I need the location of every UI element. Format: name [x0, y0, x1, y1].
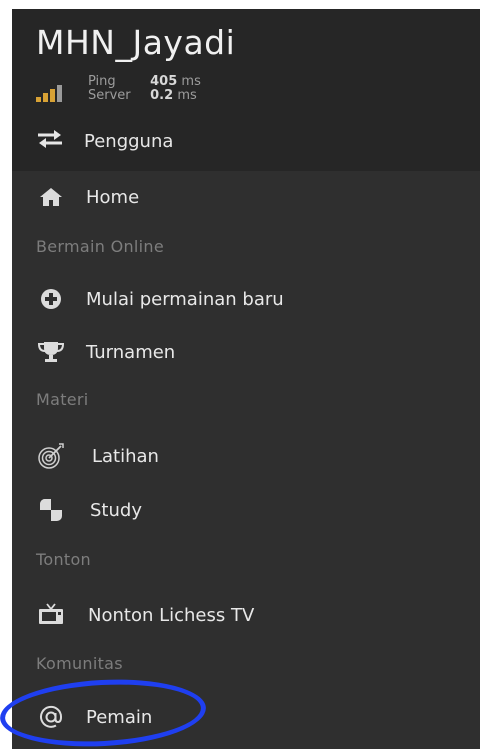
username[interactable]: MHN_Jayadi — [36, 23, 235, 62]
tv-icon — [36, 600, 66, 630]
server-label: Server — [88, 88, 131, 103]
menu-item-tv[interactable]: Nonton Lichess TV — [36, 598, 254, 632]
plus-circle-icon — [36, 284, 66, 314]
target-icon — [36, 441, 66, 471]
home-icon — [36, 182, 66, 212]
server-unit: ms — [177, 88, 197, 103]
switch-user-label: Pengguna — [84, 130, 174, 152]
menu-item-label: Latihan — [92, 445, 159, 467]
menu-item-label: Study — [90, 499, 142, 521]
menu-item-study[interactable]: Study — [36, 493, 142, 527]
section-community: Komunitas — [36, 654, 123, 673]
section-learn: Materi — [36, 390, 89, 409]
side-menu-panel: MHN_Jayadi Ping 405 ms Server 0.2 ms Pen… — [12, 9, 480, 749]
server-value: 0.2 — [150, 88, 174, 103]
section-play-online: Bermain Online — [36, 237, 164, 256]
menu-item-label: Nonton Lichess TV — [88, 604, 255, 626]
menu-item-label: Mulai permainan baru — [86, 288, 284, 310]
swap-arrows-icon — [36, 129, 64, 153]
study-board-icon — [36, 495, 66, 525]
menu-item-home[interactable]: Home — [36, 180, 139, 214]
switch-user-button[interactable]: Pengguna — [36, 126, 173, 156]
menu-item-tournament[interactable]: Turnamen — [36, 335, 175, 369]
trophy-icon — [36, 337, 66, 367]
ping-unit: ms — [181, 74, 201, 89]
ping-label: Ping — [88, 74, 116, 89]
ping-value: 405 — [150, 74, 178, 89]
menu-item-new-game[interactable]: Mulai permainan baru — [36, 282, 284, 316]
menu-item-label: Turnamen — [86, 341, 176, 363]
signal-strength-icon — [36, 82, 70, 102]
user-header: MHN_Jayadi Ping 405 ms Server 0.2 ms Pen… — [12, 9, 480, 171]
menu-item-practice[interactable]: Latihan — [36, 439, 159, 473]
menu-item-label: Home — [86, 186, 140, 208]
section-watch: Tonton — [36, 550, 91, 569]
